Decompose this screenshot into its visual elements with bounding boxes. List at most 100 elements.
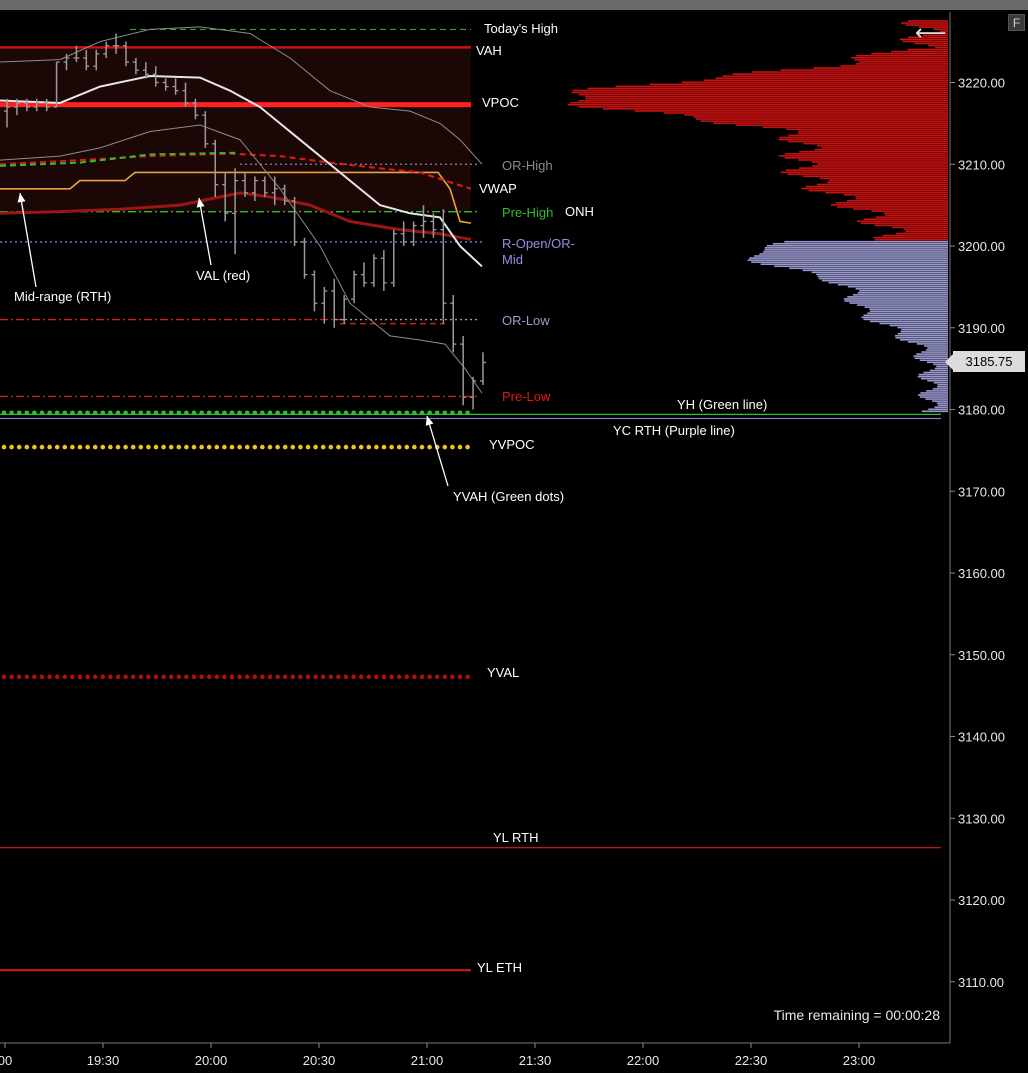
yvpoc-dot xyxy=(419,444,425,450)
yval-dot xyxy=(108,674,113,680)
price-tick-label: 3140.00 xyxy=(958,730,1005,745)
yvpoc-dot xyxy=(305,444,311,450)
time-tick-label: 20:00 xyxy=(195,1053,228,1068)
yval-dot xyxy=(320,674,326,680)
profile-row xyxy=(812,165,948,167)
yval-dot xyxy=(396,674,402,680)
profile-row xyxy=(907,48,948,51)
profile-row xyxy=(937,386,948,388)
profile-row xyxy=(749,257,948,259)
yvah-dot xyxy=(206,410,212,416)
yvpoc-dot xyxy=(267,444,273,450)
yvah-dot xyxy=(298,410,303,416)
yvpoc-dot xyxy=(450,444,455,450)
yvah-dot xyxy=(275,410,280,416)
val-annotation: VAL (red) xyxy=(196,268,250,283)
profile-row xyxy=(863,314,948,317)
profile-row xyxy=(899,339,948,341)
yvpoc-dot xyxy=(328,444,334,450)
time-tick-label: 20:30 xyxy=(303,1053,336,1068)
profile-row xyxy=(871,52,948,55)
yvah-dot xyxy=(450,410,455,416)
price-tick-label: 3170.00 xyxy=(958,484,1005,499)
yvah-dot xyxy=(168,410,174,416)
profile-row xyxy=(855,197,948,200)
profile-row xyxy=(849,302,948,304)
yvah-dot xyxy=(442,410,448,416)
yvpoc-dot xyxy=(184,444,189,450)
profile-row xyxy=(759,253,948,255)
profile-row xyxy=(785,169,948,171)
price-tick-label: 3190.00 xyxy=(958,321,1005,336)
profile-row xyxy=(889,324,948,327)
yvpoc-dot xyxy=(366,444,372,450)
profile-row xyxy=(892,226,948,229)
yvpoc-dot xyxy=(70,444,75,450)
yvpoc-dot xyxy=(442,444,448,450)
profile-row xyxy=(900,330,948,333)
yvpoc-dot xyxy=(389,444,394,450)
profile-row xyxy=(787,173,948,176)
yvah-dot xyxy=(176,410,182,416)
yvpoc-dot xyxy=(146,444,151,450)
yvah-dot xyxy=(290,410,296,416)
price-chart[interactable]: Today's High VAH VPOC OR-High VWAP Pre-High ON… xyxy=(0,0,1028,1073)
yvah-dot xyxy=(32,410,37,416)
yvpoc-dot xyxy=(214,444,220,450)
profile-row xyxy=(828,179,948,182)
profile-row xyxy=(901,328,948,331)
profile-row xyxy=(634,110,948,112)
profile-row xyxy=(774,265,948,268)
time-tick-label: 23:00 xyxy=(843,1053,876,1068)
yvah-dot xyxy=(366,410,372,416)
profile-row xyxy=(801,187,948,190)
yval-dot xyxy=(412,674,417,680)
yvah-arrow xyxy=(426,415,449,487)
yvah-dot xyxy=(358,410,364,416)
profile-row xyxy=(926,390,948,392)
yval-dot xyxy=(351,674,356,680)
profile-row xyxy=(916,353,948,355)
profile-row xyxy=(799,167,948,169)
profile-row xyxy=(867,312,948,315)
pre-low-label: Pre-Low xyxy=(502,389,551,404)
profile-row xyxy=(936,402,948,404)
yval-dot xyxy=(267,674,273,680)
yvah-dot xyxy=(374,410,379,416)
yval-dot xyxy=(153,674,159,680)
profile-row xyxy=(572,89,948,92)
profile-row xyxy=(772,242,948,245)
profile-row xyxy=(883,212,948,214)
profile-row xyxy=(821,146,948,149)
profile-row xyxy=(917,394,948,396)
profile-row xyxy=(696,118,948,120)
yval-dot xyxy=(168,674,174,680)
profile-row xyxy=(854,59,948,61)
profile-row xyxy=(925,349,948,351)
profile-row xyxy=(814,148,948,151)
profile-row xyxy=(863,318,948,321)
f-button[interactable]: F xyxy=(1008,14,1025,31)
back-arrow-icon[interactable]: ⟵ xyxy=(915,20,947,46)
profile-row xyxy=(895,334,948,337)
price-tick-label: 3130.00 xyxy=(958,811,1005,826)
mid-range-annotation: Mid-range (RTH) xyxy=(14,289,111,304)
chart-window[interactable]: Today's High VAH VPOC OR-High VWAP Pre-High ON… xyxy=(0,0,1028,1073)
yl-rth-label: YL RTH xyxy=(493,830,539,845)
profile-row xyxy=(779,136,948,139)
profile-row xyxy=(569,101,948,104)
profile-row xyxy=(578,93,948,96)
yvah-dot xyxy=(320,410,326,416)
yval-dot xyxy=(229,674,235,680)
profile-row xyxy=(821,279,948,282)
profile-row xyxy=(780,171,948,174)
yval-dot xyxy=(358,674,364,680)
yvpoc-dot xyxy=(32,444,37,450)
yvpoc-dot xyxy=(100,444,106,450)
yval-dot xyxy=(419,674,425,680)
yvpoc-dot xyxy=(85,444,90,450)
profile-row xyxy=(778,138,948,141)
profile-row xyxy=(895,232,948,235)
profile-row xyxy=(732,73,948,75)
profile-row xyxy=(766,245,948,247)
